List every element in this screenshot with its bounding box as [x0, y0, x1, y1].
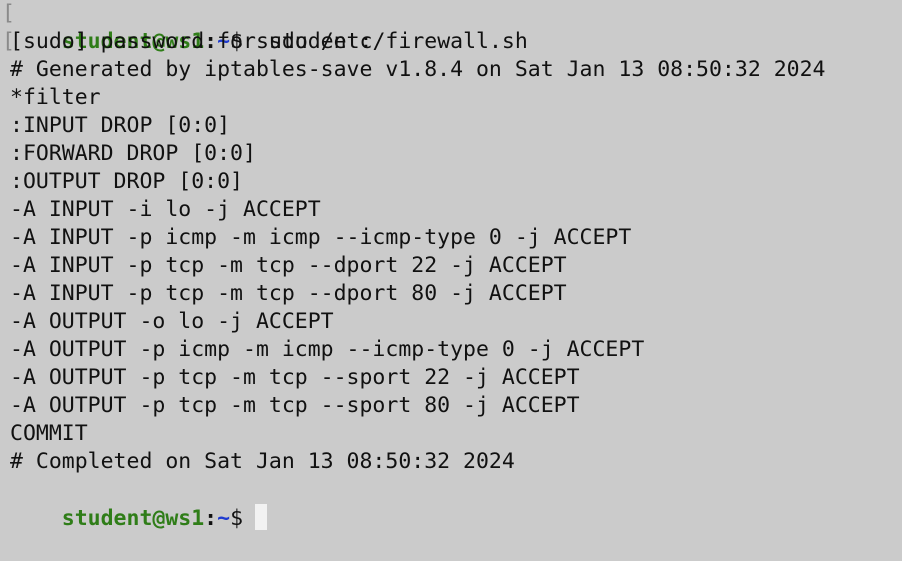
output-line: -A INPUT -p icmp -m icmp --icmp-type 0 -… [10, 225, 632, 250]
output-line: -A OUTPUT -p icmp -m icmp --icmp-type 0 … [10, 337, 645, 362]
output-line: -A INPUT -i lo -j ACCEPT [10, 197, 321, 222]
output-line: # Completed on Sat Jan 13 08:50:32 2024 [10, 449, 515, 474]
command-line: [student@ws1:~$ sudo /etc/firewall.sh [2, 0, 902, 54]
text-cursor[interactable] [255, 504, 268, 530]
output-line: -A OUTPUT -p tcp -m tcp --sport 80 -j AC… [10, 393, 580, 418]
output-line: [[sudo] password for student: [2, 28, 902, 56]
scrollback-bracket-marker: [ [2, 1, 15, 26]
output-line: :INPUT DROP [0:0] [10, 113, 231, 138]
scrollback-bracket-marker: [ [2, 29, 15, 54]
output-line: *filter [10, 85, 101, 110]
output-text: [sudo] password for student: [10, 29, 373, 54]
output-line: -A OUTPUT -o lo -j ACCEPT [10, 309, 334, 334]
output-line: COMMIT [10, 421, 88, 446]
active-prompt-line[interactable]: student@ws1:~$ [10, 476, 902, 531]
output-line: -A INPUT -p tcp -m tcp --dport 22 -j ACC… [10, 253, 567, 278]
terminal-window[interactable]: [student@ws1:~$ sudo /etc/firewall.sh [[… [0, 0, 902, 531]
output-line: -A INPUT -p tcp -m tcp --dport 80 -j ACC… [10, 281, 567, 306]
output-line: :OUTPUT DROP [0:0] [10, 169, 243, 194]
output-line: :FORWARD DROP [0:0] [10, 141, 256, 166]
output-line: -A OUTPUT -p tcp -m tcp --sport 22 -j AC… [10, 365, 580, 390]
output-line: # Generated by iptables-save v1.8.4 on S… [10, 57, 826, 82]
